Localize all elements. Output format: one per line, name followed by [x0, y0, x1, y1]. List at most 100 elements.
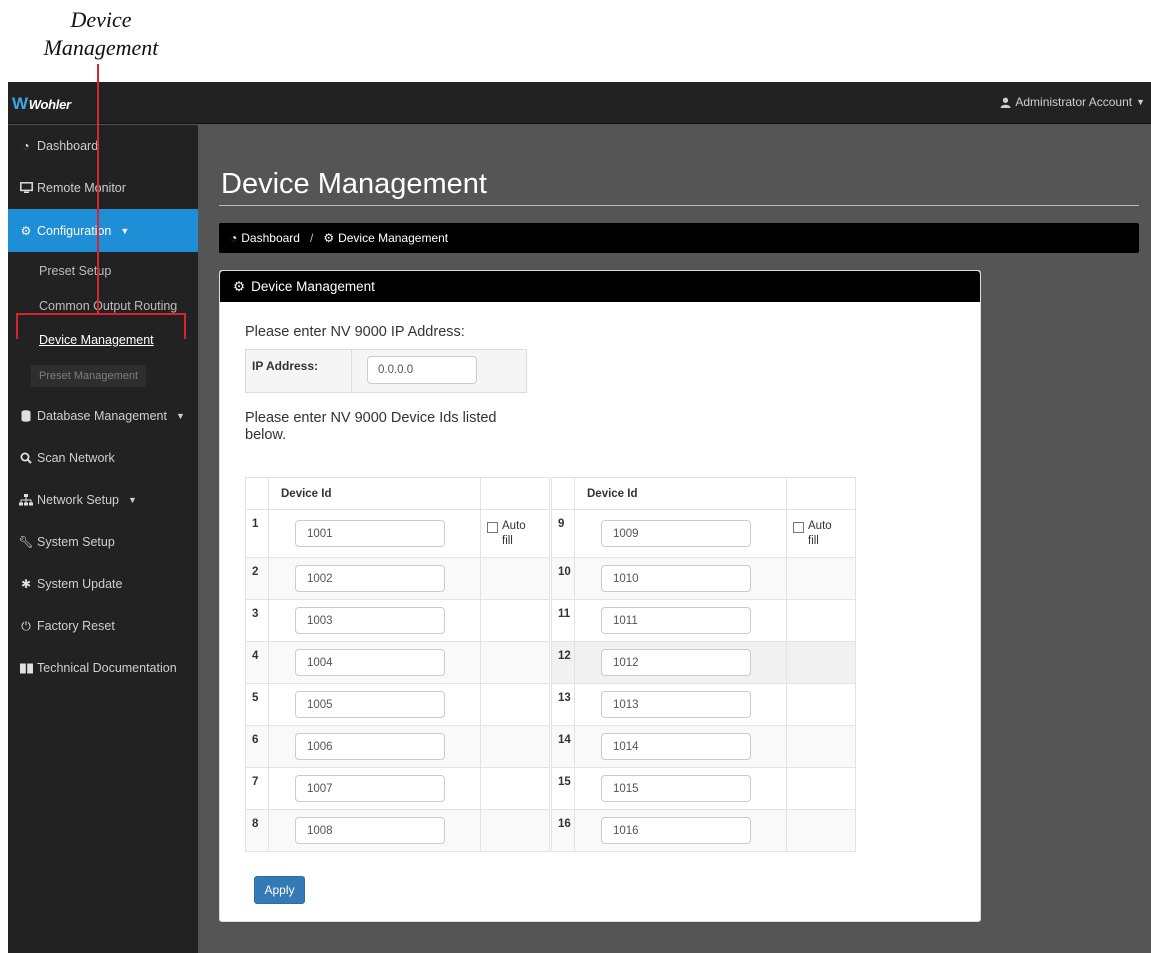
row-extra-cell [786, 683, 856, 726]
caret-down-icon: ▼ [175, 411, 185, 421]
device-id-input[interactable] [295, 775, 445, 802]
page-title: Device Management [221, 168, 487, 200]
device-id-input[interactable] [601, 649, 751, 676]
table-row: 2 [245, 557, 550, 600]
device-id-cell [268, 809, 481, 852]
row-number: 10 [551, 557, 575, 600]
caret-down-icon: ▼ [127, 495, 137, 505]
row-extra-cell [786, 641, 856, 684]
device-id-input[interactable] [295, 691, 445, 718]
table-row: 8 [245, 809, 550, 852]
table-row: 16 [551, 809, 856, 852]
sidebar: ◔ Dashboard Remote Monitor ⚙ Configurati… [8, 125, 198, 953]
table-row: 1 Autofill [245, 509, 550, 558]
annotation-callout: Device Management [0, 0, 200, 82]
breadcrumb-home-link[interactable]: Dashboard [241, 231, 300, 245]
wrench-icon: 🔧︎ [18, 535, 34, 549]
table-row: 3 [245, 599, 550, 642]
sidebar-item-remote-monitor[interactable]: Remote Monitor [8, 167, 198, 209]
cogs-icon: ⚙ [233, 278, 246, 294]
monitor-icon [19, 182, 33, 194]
device-management-panel: ⚙ Device Management Please enter NV 9000… [219, 270, 981, 922]
row-extra-cell [786, 809, 856, 852]
title-divider [219, 205, 1139, 206]
column-device-id-header: Device Id [268, 477, 481, 510]
row-extra-cell [786, 557, 856, 600]
device-id-input[interactable] [295, 607, 445, 634]
ip-address-input[interactable] [367, 356, 477, 384]
row-number: 2 [245, 557, 269, 600]
checkbox-icon[interactable] [487, 521, 498, 533]
row-number: 9 [551, 509, 575, 558]
device-id-input[interactable] [601, 733, 751, 760]
column-number-header [245, 477, 269, 510]
app-window: W Wohler Administrator Account ▼ ◔ Dashb… [8, 82, 1151, 953]
device-id-input[interactable] [295, 649, 445, 676]
table-row: 15 [551, 767, 856, 810]
breadcrumb-separator: / [309, 231, 314, 245]
brand-logo[interactable]: W Wohler [12, 94, 71, 114]
caret-down-icon: ▼ [1136, 97, 1145, 107]
row-number: 5 [245, 683, 269, 726]
autofill-label: Auto fill [502, 519, 526, 547]
row-extra-cell [480, 767, 550, 810]
device-id-cell [268, 599, 481, 642]
row-number: 1 [245, 509, 269, 558]
sidebar-item-technical-documentation[interactable]: Technical Documentation [8, 647, 198, 689]
device-id-cell [574, 683, 787, 726]
device-id-input[interactable] [601, 607, 751, 634]
sidebar-item-system-update[interactable]: ✱ System Update [8, 563, 198, 605]
sidebar-subitem-preset-management[interactable]: Preset Management [8, 357, 198, 395]
sidebar-item-scan-network[interactable]: Scan Network [8, 437, 198, 479]
row-extra-cell [786, 725, 856, 768]
main-content: Device Management ◔ Dashboard / ⚙ Device… [198, 125, 1151, 953]
table-row: 12 [551, 641, 856, 684]
callout-highlight-box [16, 313, 186, 339]
column-device-id-header: Device Id [574, 477, 787, 510]
callout-label: Device Management [43, 7, 159, 60]
autofill-checkbox[interactable]: Auto fill [787, 519, 855, 549]
device-id-cell [574, 725, 787, 768]
device-id-cell [268, 767, 481, 810]
column-number-header [551, 477, 575, 510]
sidebar-subitem-preset-setup[interactable]: Preset Setup [8, 252, 198, 289]
sidebar-item-database-management[interactable]: Database Management ▼ [8, 395, 198, 437]
apply-button[interactable]: Apply [254, 876, 305, 904]
row-number: 15 [551, 767, 575, 810]
table-row: 7 [245, 767, 550, 810]
checkbox-icon[interactable] [793, 521, 804, 533]
device-id-cell [268, 557, 481, 600]
device-id-input[interactable] [295, 520, 445, 547]
device-id-cell [268, 509, 481, 558]
row-number: 6 [245, 725, 269, 768]
device-id-input[interactable] [601, 520, 751, 547]
device-id-input[interactable] [601, 775, 751, 802]
device-id-input[interactable] [601, 817, 751, 844]
caret-down-icon: ▼ [120, 225, 130, 236]
device-id-input[interactable] [601, 565, 751, 592]
table-row: 11 [551, 599, 856, 642]
sidebar-item-dashboard[interactable]: ◔ Dashboard [8, 125, 198, 167]
row-number: 14 [551, 725, 575, 768]
column-extra-header [786, 477, 856, 510]
device-id-input[interactable] [295, 565, 445, 592]
device-id-cell [574, 641, 787, 684]
device-id-table-right: Device Id 9 Autofill 10111213141516 [551, 477, 856, 852]
device-id-input[interactable] [601, 691, 751, 718]
table-row: 10 [551, 557, 856, 600]
sidebar-item-factory-reset[interactable]: ⏻ Factory Reset [8, 605, 198, 647]
callout-line [97, 64, 99, 314]
sidebar-item-network-setup[interactable]: Network Setup ▼ [8, 479, 198, 521]
device-id-input[interactable] [295, 817, 445, 844]
gear-icon: ✱ [20, 577, 32, 591]
column-extra-header [480, 477, 550, 510]
autofill-checkbox[interactable]: Auto fill [481, 519, 549, 549]
device-id-input[interactable] [295, 733, 445, 760]
account-menu[interactable]: Administrator Account ▼ [1000, 95, 1145, 109]
device-id-cell [574, 599, 787, 642]
row-extra-cell [480, 599, 550, 642]
book-icon [19, 663, 33, 674]
sitemap-icon [19, 494, 33, 506]
sidebar-item-configuration[interactable]: ⚙ Configuration ▼ [8, 209, 198, 252]
sidebar-item-system-setup[interactable]: 🔧︎ System Setup [8, 521, 198, 563]
